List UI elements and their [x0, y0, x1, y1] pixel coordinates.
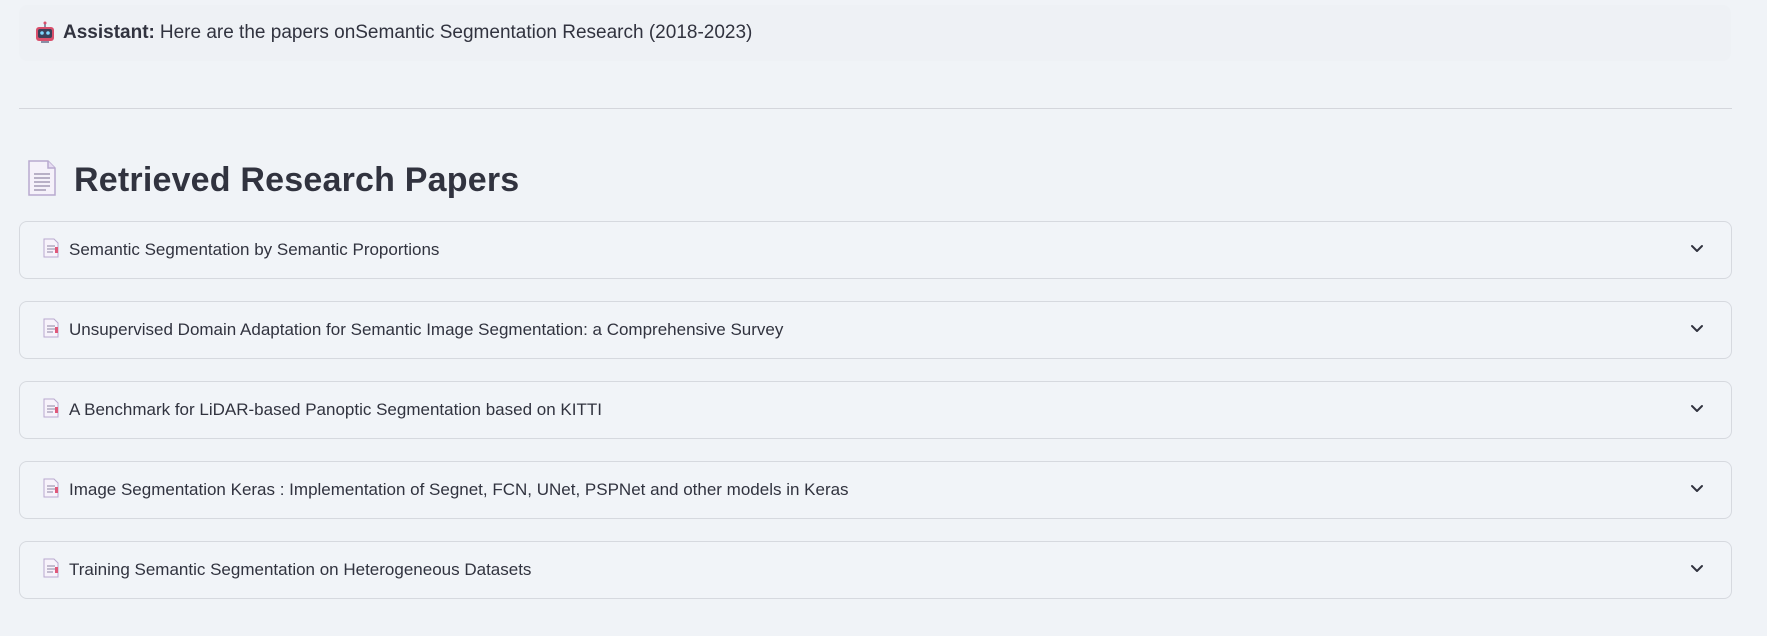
paper-title: Semantic Segmentation by Semantic Propor… [69, 240, 440, 259]
papers-heading: Retrieved Research Papers [26, 156, 519, 204]
bookmark-tabs-icon [42, 238, 69, 263]
chevron-down-icon[interactable] [1689, 560, 1705, 581]
chevron-down-icon[interactable] [1689, 400, 1705, 421]
paper-expander[interactable]: Semantic Segmentation by Semantic Propor… [19, 221, 1732, 279]
paper-title: Image Segmentation Keras : Implementatio… [69, 480, 849, 499]
chevron-down-icon[interactable] [1689, 320, 1705, 341]
speaker-label: Assistant: [63, 22, 155, 43]
bookmark-tabs-icon [42, 318, 69, 343]
page-facing-up-icon [26, 159, 74, 202]
robot-icon [33, 21, 57, 45]
assistant-message: Assistant: Here are the papers onSemanti… [19, 5, 1731, 61]
paper-title: Unsupervised Domain Adaptation for Seman… [69, 320, 784, 339]
paper-list: Semantic Segmentation by Semantic Propor… [19, 221, 1732, 621]
page-title: Retrieved Research Papers [74, 160, 520, 199]
bookmark-tabs-icon [42, 478, 69, 503]
bookmark-tabs-icon [42, 398, 69, 423]
paper-title: Training Semantic Segmentation on Hetero… [69, 560, 532, 579]
message-text: Here are the papers onSemantic Segmentat… [159, 22, 753, 43]
paper-expander[interactable]: Training Semantic Segmentation on Hetero… [19, 541, 1732, 599]
paper-expander[interactable]: Unsupervised Domain Adaptation for Seman… [19, 301, 1732, 359]
paper-expander[interactable]: Image Segmentation Keras : Implementatio… [19, 461, 1732, 519]
bookmark-tabs-icon [42, 558, 69, 583]
chevron-down-icon[interactable] [1689, 240, 1705, 261]
divider [19, 108, 1732, 109]
paper-title: A Benchmark for LiDAR-based Panoptic Seg… [69, 400, 602, 419]
paper-expander[interactable]: A Benchmark for LiDAR-based Panoptic Seg… [19, 381, 1732, 439]
chevron-down-icon[interactable] [1689, 480, 1705, 501]
